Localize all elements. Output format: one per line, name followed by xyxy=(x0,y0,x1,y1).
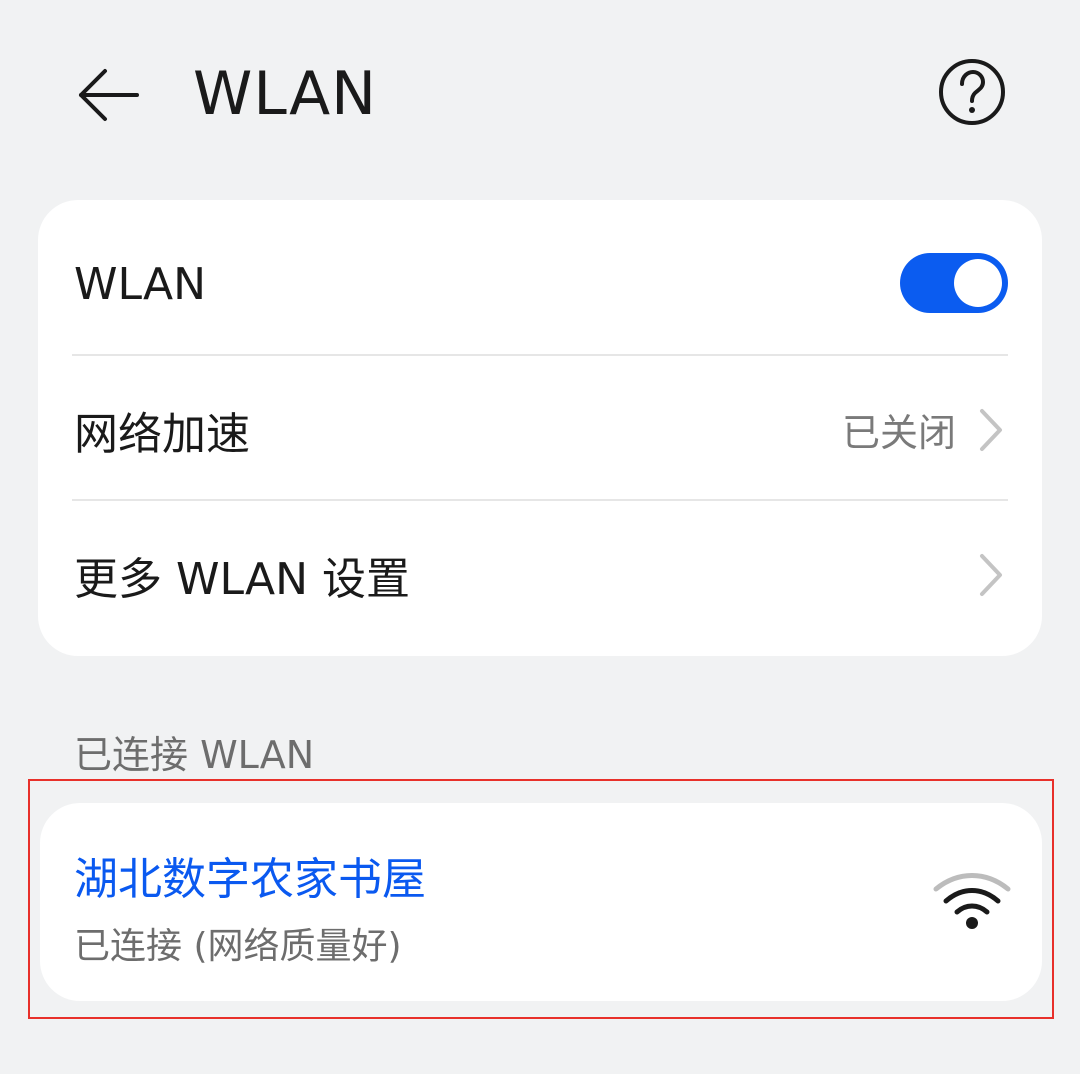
page-title: WLAN xyxy=(193,59,378,129)
help-button[interactable] xyxy=(936,56,1008,128)
wlan-settings-card: WLAN 网络加速 已关闭 更多 WLAN 设置 xyxy=(38,200,1042,656)
back-arrow-icon xyxy=(79,69,139,121)
wlan-toggle-switch[interactable] xyxy=(900,253,1008,313)
divider xyxy=(72,499,1008,501)
help-circle-icon xyxy=(939,59,1005,125)
wlan-toggle-row[interactable]: WLAN xyxy=(38,212,1042,357)
toggle-knob xyxy=(954,259,1002,307)
wlan-settings-page: WLAN WLAN 网络加速 已关闭 更多 WLAN 设置 已连接 WLAN 湖… xyxy=(0,0,1080,1074)
wifi-signal-icon xyxy=(932,873,1012,931)
more-wlan-settings-row[interactable]: 更多 WLAN 设置 xyxy=(38,502,1042,647)
chevron-right-icon xyxy=(976,405,1006,455)
network-acceleration-row[interactable]: 网络加速 已关闭 xyxy=(38,357,1042,502)
chevron-right-icon xyxy=(976,550,1006,600)
wlan-label: WLAN xyxy=(74,259,207,310)
divider xyxy=(72,354,1008,356)
network-acceleration-label: 网络加速 xyxy=(74,408,250,460)
more-wlan-settings-label: 更多 WLAN 设置 xyxy=(74,553,411,605)
network-ssid: 湖北数字农家书屋 xyxy=(74,854,426,905)
app-header: WLAN xyxy=(0,0,1080,190)
connected-network-item[interactable]: 湖北数字农家书屋 已连接 (网络质量好) xyxy=(40,803,1042,1001)
network-acceleration-value: 已关闭 xyxy=(841,411,956,455)
network-status: 已连接 (网络质量好) xyxy=(74,926,402,967)
back-button[interactable] xyxy=(68,55,148,135)
connected-section-title: 已连接 WLAN xyxy=(74,733,315,777)
